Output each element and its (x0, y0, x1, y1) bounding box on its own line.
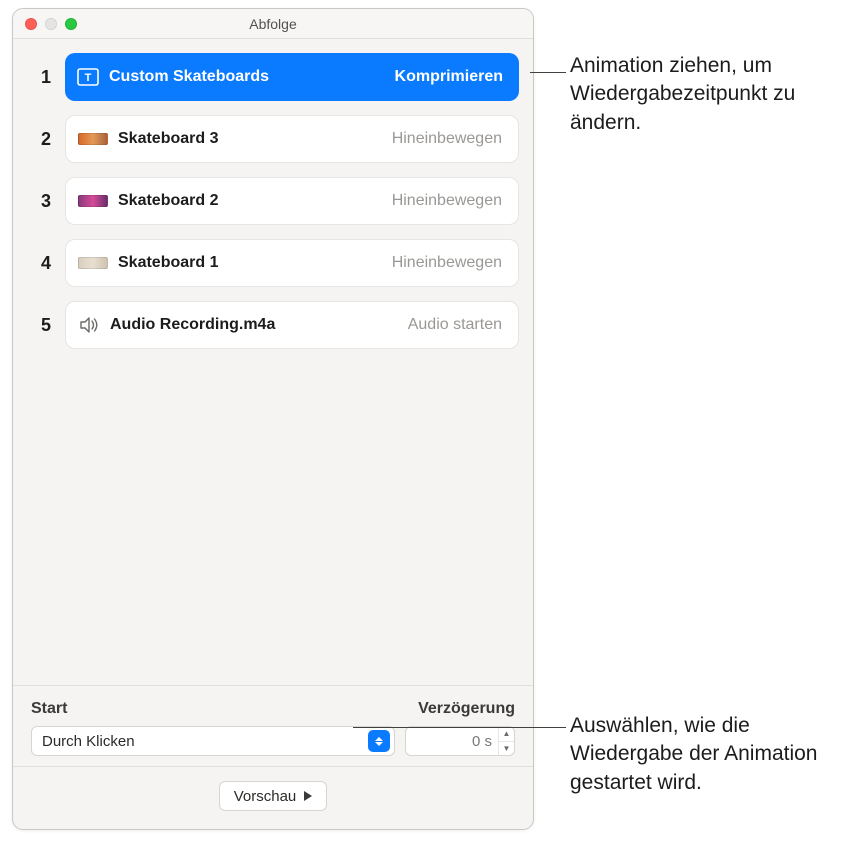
callout-line (530, 72, 566, 73)
item-effect: Hineinbewegen (392, 192, 502, 210)
list-item[interactable]: 2 Skateboard 3 Hineinbewegen (27, 115, 519, 163)
row-number: 3 (27, 191, 65, 212)
list-item[interactable]: 4 Skateboard 1 Hineinbewegen (27, 239, 519, 287)
list-item[interactable]: 1 T Custom Skateboards Komprimieren (27, 53, 519, 101)
list-item-card[interactable]: Skateboard 1 Hineinbewegen (65, 239, 519, 287)
item-name: Audio Recording.m4a (110, 316, 398, 334)
callout-choose-start: Auswählen, wie die Wiedergabe der Animat… (570, 712, 850, 797)
text-frame-icon: T (77, 66, 99, 88)
delay-stepper[interactable]: 0 s ▲ ▼ (405, 726, 515, 756)
delay-label: Verzögerung (418, 700, 515, 718)
item-effect: Hineinbewegen (392, 130, 502, 148)
preview-button-label: Vorschau (234, 788, 297, 805)
window-title: Abfolge (25, 16, 521, 32)
bottom-panel: Start Verzögerung Durch Klicken 0 s ▲ ▼ (13, 685, 533, 829)
row-number: 1 (27, 67, 65, 88)
preview-button[interactable]: Vorschau (219, 781, 328, 811)
list-item[interactable]: 5 Audio Recording.m4a Audio starten (27, 301, 519, 349)
start-select-value: Durch Klicken (42, 733, 135, 750)
audio-icon (78, 314, 100, 336)
list-item[interactable]: 3 Skateboard 2 Hineinbewegen (27, 177, 519, 225)
stepper-buttons: ▲ ▼ (498, 727, 514, 755)
chevron-up-down-icon (368, 730, 390, 752)
list-item-card[interactable]: Skateboard 3 Hineinbewegen (65, 115, 519, 163)
skateboard-thumbnail-icon (78, 195, 108, 207)
item-name: Skateboard 3 (118, 130, 382, 148)
item-name: Custom Skateboards (109, 68, 385, 86)
item-name: Skateboard 2 (118, 192, 382, 210)
list-item-card[interactable]: Audio Recording.m4a Audio starten (65, 301, 519, 349)
skateboard-thumbnail-icon (78, 257, 108, 269)
maximize-icon[interactable] (65, 18, 77, 30)
item-effect: Hineinbewegen (392, 254, 502, 272)
skateboard-thumbnail-icon (78, 133, 108, 145)
titlebar[interactable]: Abfolge (13, 9, 533, 39)
callout-drag-animation: Animation ziehen, um Wiedergabezeitpunkt… (570, 52, 860, 137)
item-effect: Audio starten (408, 316, 502, 334)
close-icon[interactable] (25, 18, 37, 30)
traffic-lights (25, 18, 77, 30)
row-number: 5 (27, 315, 65, 336)
item-effect: Komprimieren (395, 68, 503, 86)
row-number: 2 (27, 129, 65, 150)
start-label: Start (31, 700, 67, 718)
stepper-down-icon[interactable]: ▼ (499, 742, 514, 756)
minimize-icon[interactable] (45, 18, 57, 30)
list-item-card[interactable]: Skateboard 2 Hineinbewegen (65, 177, 519, 225)
row-number: 4 (27, 253, 65, 274)
stepper-up-icon[interactable]: ▲ (499, 727, 514, 742)
list-item-card-selected[interactable]: T Custom Skateboards Komprimieren (65, 53, 519, 101)
start-select[interactable]: Durch Klicken (31, 726, 395, 756)
play-icon (304, 791, 312, 801)
item-name: Skateboard 1 (118, 254, 382, 272)
divider (13, 766, 533, 767)
animation-list: 1 T Custom Skateboards Komprimieren 2 Sk… (13, 39, 533, 685)
delay-value: 0 s (406, 733, 498, 750)
svg-text:T: T (85, 72, 92, 84)
build-order-window: Abfolge 1 T Custom Skateboards Komprimie… (12, 8, 534, 830)
callout-line (353, 727, 566, 728)
